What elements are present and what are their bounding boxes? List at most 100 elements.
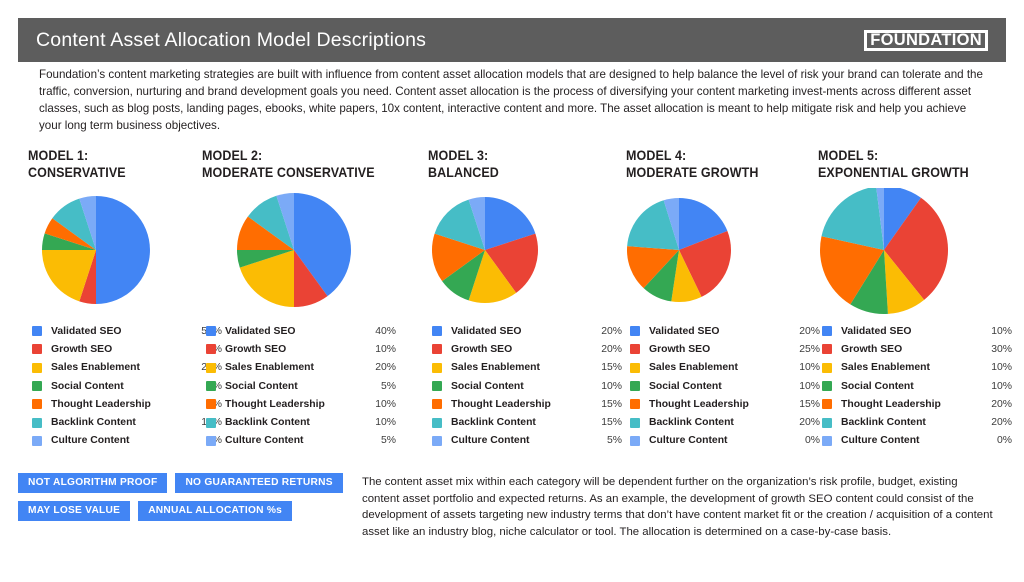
model-title-line2: CONSERVATIVE [28, 164, 126, 180]
legend-swatch-growth-seo [432, 344, 442, 355]
legend-row: Backlink Content 20% [822, 413, 1014, 431]
logo-wordmark: FOUNDATION [867, 29, 985, 51]
legend-label: Validated SEO [649, 325, 720, 337]
legend-label: Culture Content [51, 435, 130, 447]
legend-row: Validated SEO50% [32, 322, 224, 340]
legend-label: Validated SEO [451, 325, 522, 337]
intro-paragraph: Foundation’s content marketing strategie… [39, 68, 983, 133]
model-title-line2: EXPONENTIAL GROWTH [818, 164, 969, 180]
legend-label: Backlink Content [451, 417, 536, 429]
legend-label: Sales Enablement [225, 362, 314, 374]
legend-row: Social Content 10% [432, 377, 624, 395]
legend-row: Sales Enablement 20% [206, 359, 398, 377]
model-column-5: MODEL 5: EXPONENTIAL GROWTH Validated SEO 1… [818, 148, 1014, 446]
legend-label: Sales Enablement [51, 362, 140, 374]
legend-row: Thought Leadership5% [32, 395, 224, 413]
legend-swatch-sales-enablement [822, 362, 832, 373]
badge-row-1: NOT ALGORITHM PROOF NO GUARANTEED RETURN… [18, 473, 348, 493]
legend-value: 10% [375, 417, 396, 429]
legend-label: Growth SEO [225, 343, 287, 355]
legend-swatch-social-content [432, 381, 442, 392]
legend-row: Culture Content 5% [206, 432, 398, 450]
badge-no-guaranteed-returns[interactable]: NO GUARANTEED RETURNS [175, 473, 343, 493]
model-title-line2: MODERATE GROWTH [626, 164, 759, 180]
model-column-1: MODEL 1:CONSERVATIVEValidated SEO50%Grow… [28, 148, 224, 446]
legend-swatch-culture-content [432, 435, 442, 446]
legend-label: Validated SEO [841, 325, 912, 337]
legend-value: 10% [375, 343, 396, 355]
legend-label: Growth SEO [51, 343, 113, 355]
legend-row: Validated SEO 40% [206, 322, 398, 340]
legend-value: 10% [991, 325, 1012, 337]
legend-row: Thought Leadership 20% [822, 395, 1014, 413]
legend-swatch-thought-leadership [822, 399, 832, 410]
legend-label: Backlink Content [51, 417, 136, 429]
legend-swatch-sales-enablement [630, 362, 640, 373]
legend-value: 15% [799, 398, 820, 410]
legend-row: Backlink Content10% [206, 413, 398, 431]
legend-value: 15% [601, 417, 622, 429]
legend-swatch-sales-enablement [32, 362, 42, 373]
legend-label: Culture Content [841, 435, 920, 447]
legend-value: 0% [804, 435, 820, 447]
legend-swatch-culture-content [32, 435, 42, 446]
model-column-2: MODEL 2: MODERATE CONSERVATIVE Validated S… [202, 148, 398, 446]
legend-row: Thought Leadership 10% [206, 395, 398, 413]
legend-row: Culture Content 0% [822, 432, 1014, 450]
legend-swatch-thought-leadership [32, 399, 42, 410]
legend-row: Social Content 10% [630, 377, 822, 395]
legend-model-2: Validated SEO 40% Growth SEO 10% Sales Enabl… [206, 322, 398, 450]
badge-annual-allocation[interactable]: ANNUAL ALLOCATION %s [138, 501, 293, 521]
legend-row: Sales Enablement 10% [630, 359, 822, 377]
pie-chart-model-3 [428, 188, 624, 320]
legend-row: Social Content5% [32, 377, 224, 395]
legend-swatch-thought-leadership [630, 399, 640, 410]
legend-value: 15% [601, 398, 622, 410]
legend-swatch-backlink-content [822, 417, 832, 428]
legend-label: Validated SEO [51, 325, 122, 337]
page-title: Content Asset Allocation Model Descripti… [36, 28, 427, 51]
legend-swatch-backlink-content [432, 417, 442, 428]
legend-swatch-backlink-content [206, 417, 216, 428]
disclaimer-badges: NOT ALGORITHM PROOF NO GUARANTEED RETURN… [18, 473, 348, 529]
legend-swatch-growth-seo [32, 344, 42, 355]
legend-swatch-backlink-content [32, 417, 42, 428]
logo-right-bracket [985, 29, 988, 51]
footnote-paragraph: The content asset mix within each catego… [362, 476, 993, 538]
legend-row: Growth SEO 10% [206, 340, 398, 358]
legend-label: Thought Leadership [451, 398, 551, 410]
legend-swatch-backlink-content [630, 417, 640, 428]
legend-label: Validated SEO [225, 325, 296, 337]
legend-row: Backlink Content 20% [630, 413, 822, 431]
badge-may-lose-value[interactable]: MAY LOSE VALUE [18, 501, 131, 521]
legend-row: Backlink Content10% [32, 413, 224, 431]
legend-swatch-culture-content [630, 435, 640, 446]
legend-value: 5% [380, 380, 396, 392]
legend-row: Social Content5% [206, 377, 398, 395]
legend-row: Thought Leadership 15% [630, 395, 822, 413]
legend-swatch-validated-seo [32, 326, 42, 337]
legend-label: Social Content [451, 380, 524, 392]
legend-model-1: Validated SEO50%Growth SEO5%Sales Enable… [32, 322, 224, 450]
page-header: Content Asset Allocation Model Descripti… [18, 18, 1006, 62]
legend-label: Social Content [841, 380, 914, 392]
legend-row: Sales Enablement 15% [432, 359, 624, 377]
legend-value: 40% [375, 325, 396, 337]
legend-row: Backlink Content 15% [432, 413, 624, 431]
legend-swatch-validated-seo [822, 326, 832, 337]
legend-swatch-social-content [630, 381, 640, 392]
legend-value: 20% [991, 398, 1012, 410]
badge-not-algorithm-proof[interactable]: NOT ALGORITHM PROOF [18, 473, 168, 493]
legend-label: Growth SEO [451, 343, 513, 355]
legend-value: 10% [991, 362, 1012, 374]
legend-value: 10% [601, 380, 622, 392]
legend-row: Social Content 10% [822, 377, 1014, 395]
legend-swatch-social-content [32, 381, 42, 392]
model-title-line2: MODERATE CONSERVATIVE [202, 164, 375, 180]
legend-swatch-sales-enablement [432, 362, 442, 373]
legend-value: 20% [799, 417, 820, 429]
legend-value: 20% [375, 362, 396, 374]
legend-value: 10% [799, 380, 820, 392]
legend-swatch-thought-leadership [432, 399, 442, 410]
legend-label: Sales Enablement [649, 362, 738, 374]
